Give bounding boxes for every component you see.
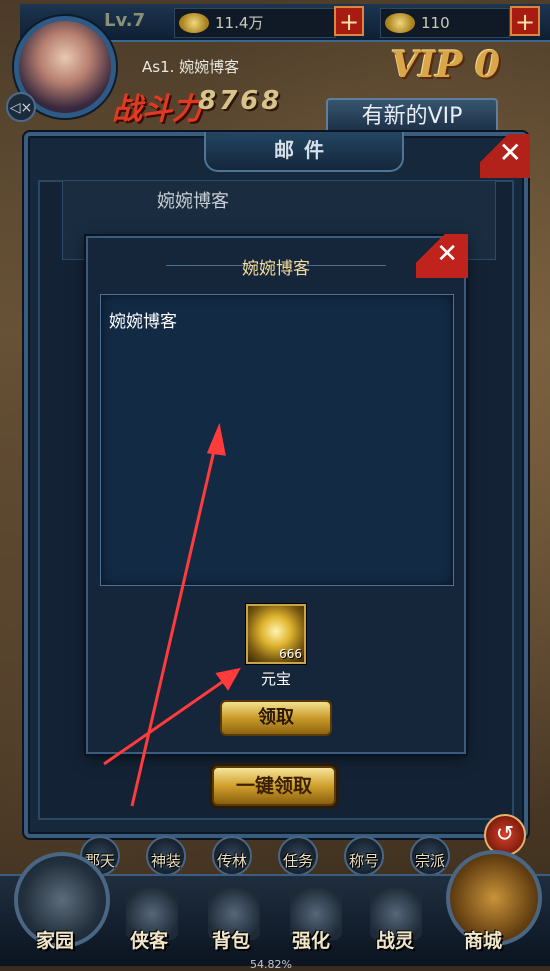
player-level: Lv.7 — [104, 10, 146, 31]
nav-label: 神装 — [150, 852, 181, 870]
player-name: As1. 婉婉博客 — [142, 58, 240, 76]
add-silver-button[interactable]: + — [334, 6, 364, 36]
power-label: 战斗力 — [112, 92, 202, 127]
nav-label: 称号 — [348, 852, 379, 870]
progress-text: 54.82% — [250, 958, 292, 971]
silver-coin-icon — [179, 13, 209, 33]
letter-body-text: 婉婉博客 — [109, 312, 177, 332]
letter-dialog: 婉婉博客 ✕ 婉婉博客 666 元宝 领取 — [86, 234, 468, 754]
shop-label: 商城 — [464, 930, 503, 952]
nav-label: 宗派 — [414, 852, 445, 870]
mail-sender: 婉婉博客 — [157, 191, 229, 212]
add-gold-button[interactable]: + — [510, 6, 540, 36]
bottom-nav: 家园 侠客 背包 强化 战灵 商城 54.82% — [0, 850, 550, 971]
claim-all-button[interactable]: 一键领取 — [212, 766, 336, 806]
nav-label: 任务 — [282, 852, 313, 870]
reward-name: 元宝 — [260, 670, 291, 688]
top-hud: Lv.7 11.4万 + 110 + As1. 婉婉博客 VIP 0 战斗力 8… — [0, 0, 550, 140]
mail-title: 邮件 — [204, 132, 404, 172]
function-nav: 郡天 神装 传林 任务 称号 宗派 — [70, 836, 490, 876]
power-value: 8768 — [198, 86, 283, 116]
nav-label: 传林 — [216, 852, 247, 870]
gold-value: 110 — [421, 14, 450, 32]
claim-button[interactable]: 领取 — [220, 700, 332, 736]
mute-icon[interactable]: ◁× — [6, 92, 36, 122]
gold-box: 110 — [380, 8, 510, 38]
gold-ingot-icon — [385, 13, 415, 33]
letter-close-button[interactable]: ✕ — [416, 234, 468, 278]
gold-ingot-icon[interactable]: 666 — [246, 604, 306, 664]
bag-label: 背包 — [212, 930, 251, 952]
spirit-label: 战灵 — [376, 930, 415, 952]
mail-close-button[interactable]: ✕ — [480, 134, 530, 178]
silver-value: 11.4万 — [215, 14, 264, 32]
strengthen-label: 强化 — [292, 930, 331, 952]
vip-level[interactable]: VIP 0 — [391, 44, 500, 86]
letter-title: 婉婉博客 — [242, 259, 310, 279]
silver-box: 11.4万 — [174, 8, 336, 38]
home-label: 家园 — [36, 930, 75, 952]
hero-label: 侠客 — [130, 930, 169, 952]
vip-banner[interactable]: 有新的VIP — [326, 98, 498, 134]
reward-count: 666 — [279, 647, 302, 661]
letter-body: 婉婉博客 — [100, 294, 454, 586]
